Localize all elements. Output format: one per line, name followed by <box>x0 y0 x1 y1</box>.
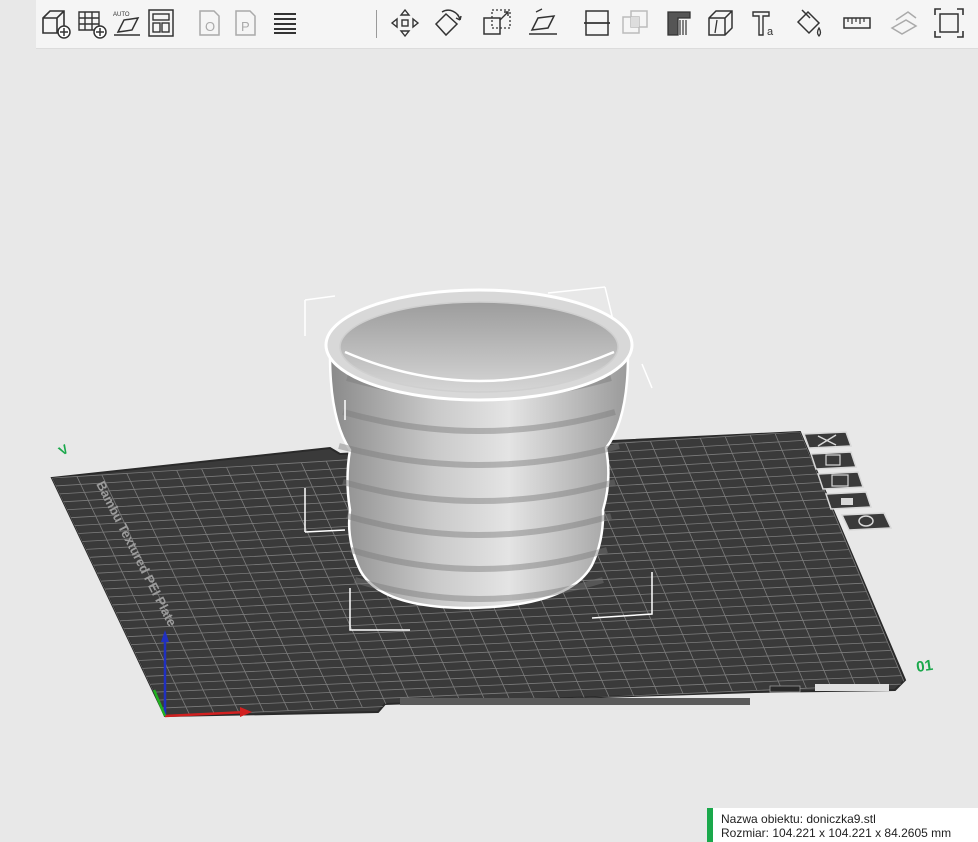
arrange-plate-icon[interactable] <box>816 471 865 490</box>
close-plate-icon[interactable] <box>802 431 853 449</box>
plate-bottom-strip <box>400 698 750 705</box>
object-size-text: Rozmiar: 104.221 x 104.221 x 84.2605 mm <box>721 826 952 840</box>
orient-plate-icon[interactable] <box>809 451 858 470</box>
pot-model-doniczka9[interactable] <box>324 288 634 610</box>
plate-bottom-tab-small <box>769 685 801 693</box>
lock-plate-icon[interactable] <box>824 491 873 510</box>
plate-number-label[interactable]: 01 <box>915 657 934 676</box>
object-name-text: Nazwa obiektu: doniczka9.stl <box>721 812 876 826</box>
plate-corner-label: V <box>56 441 71 458</box>
object-info-panel: Nazwa obiektu: doniczka9.stl Rozmiar: 10… <box>707 808 978 842</box>
plate-settings-icon[interactable] <box>840 512 893 531</box>
plate-bottom-tab <box>815 684 889 691</box>
3d-viewport[interactable]: Bambu Textured PEI Plate 01 V <box>0 0 978 842</box>
